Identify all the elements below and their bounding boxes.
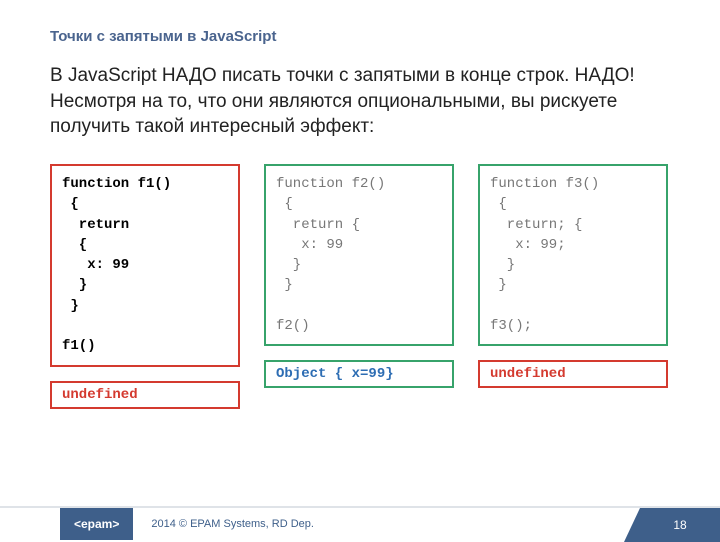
code-block-2: function f2() { return { x: 99 } } f2() (264, 164, 454, 346)
page-number: 18 (640, 508, 720, 542)
result-1: undefined (50, 381, 240, 409)
result-2: Object { x=99} (264, 360, 454, 388)
slide-body: В JavaScript НАДО писать точки с запятым… (0, 45, 720, 140)
examples-row: function f1() { return { x: 99 } } f1() … (0, 140, 720, 409)
footer: <epam> 2014 © EPAM Systems, RD Dep. 18 (0, 506, 720, 540)
example-1: function f1() { return { x: 99 } } f1() … (50, 164, 240, 409)
code-block-1: function f1() { return { x: 99 } } f1() (50, 164, 240, 367)
example-2: function f2() { return { x: 99 } } f2() … (264, 164, 454, 409)
slide-title: Точки с запятыми в JavaScript (0, 0, 720, 45)
result-3: undefined (478, 360, 668, 388)
example-3: function f3() { return; { x: 99; } } f3(… (478, 164, 668, 409)
code-block-3: function f3() { return; { x: 99; } } f3(… (478, 164, 668, 346)
copyright: 2014 © EPAM Systems, RD Dep. (151, 518, 314, 530)
epam-logo: <epam> (60, 508, 133, 540)
